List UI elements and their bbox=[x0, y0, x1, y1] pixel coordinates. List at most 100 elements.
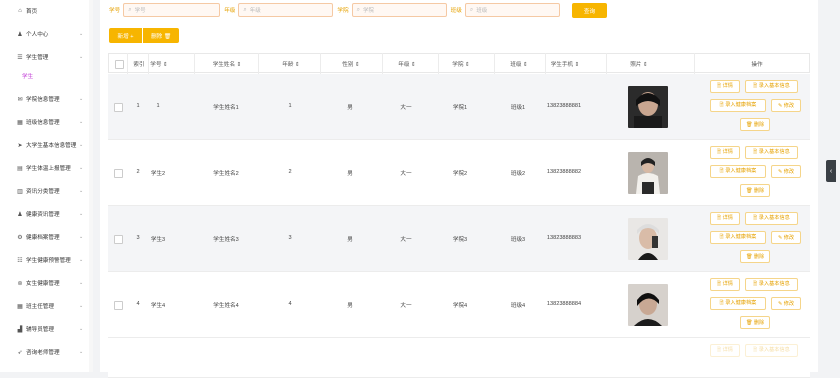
cell-age: 2 bbox=[288, 169, 292, 175]
table-row: 3 学生3 学生姓名3 3 男大一 学院3 班级3 13823888883 🗎 详情 🗎 录入基本… bbox=[108, 206, 810, 272]
sidebar-scrollbar[interactable] bbox=[89, 0, 93, 372]
action-health-button[interactable]: 🗎 录入健康档案 bbox=[710, 165, 766, 178]
column-header[interactable]: 学院 ⇕ bbox=[431, 60, 491, 68]
cell-sex: 男 bbox=[347, 237, 353, 243]
sidebar-item[interactable]: ⊚ 女生健康管理 ⌄ bbox=[0, 272, 90, 294]
action-health-button[interactable]: 🗎 录入健康档案 bbox=[710, 231, 766, 244]
column-header[interactable]: 学生姓名 ⇕ bbox=[197, 60, 257, 68]
sidebar-item[interactable]: ☷ 学生健康预警管理 ⌄ bbox=[0, 249, 90, 271]
search-placeholder: 学号 bbox=[134, 8, 146, 14]
sidebar-item[interactable]: ▥ 资讯分类管理 ⌄ bbox=[0, 180, 90, 202]
sidebar-item-label: 首页 bbox=[26, 9, 38, 15]
chevron-down-icon: ⌄ bbox=[79, 119, 84, 125]
action-delete-button[interactable]: 🗑 删除 bbox=[740, 316, 770, 329]
grid-icon: ▦ bbox=[17, 119, 23, 126]
action-detail-button[interactable]: 🗎 详情 bbox=[710, 80, 740, 93]
home-icon: ⌂ bbox=[18, 8, 22, 14]
table-row: 4 学生4 学生姓名4 4 男大一 学院4 班级4 13823888884 🗎 详情 🗎 录入基本… bbox=[108, 272, 810, 338]
cell-phone: 13823888881 bbox=[546, 103, 582, 109]
cell-college: 学院4 bbox=[452, 303, 468, 309]
add-button[interactable]: 新增 + bbox=[109, 28, 142, 43]
collapse-panel-button[interactable]: ‹ bbox=[826, 160, 836, 182]
chevron-down-icon: ⌄ bbox=[79, 211, 84, 217]
sidebar-item[interactable]: ⌂ 首页 bbox=[0, 0, 90, 22]
cell-phone: 13823888884 bbox=[546, 301, 582, 307]
sidebar-item[interactable]: ☰ 学生管理 ⌄ bbox=[0, 46, 90, 68]
sidebar-item[interactable]: ⚙ 健康档案管理 ⌄ bbox=[0, 226, 90, 248]
action-health-button[interactable]: 🗎 录入健康档案 bbox=[710, 297, 766, 310]
sidebar-item[interactable]: ▤ 学生体温上报管理 ⌄ bbox=[0, 157, 90, 179]
column-header[interactable]: 学号 ⇕ bbox=[129, 60, 189, 68]
sidebar-item[interactable]: ♟ 健康资讯管理 ⌄ bbox=[0, 203, 90, 225]
search-button-label: 查询 bbox=[583, 8, 596, 15]
action-basic-button[interactable]: 🗎 录入基本信息 bbox=[745, 80, 798, 93]
search-placeholder: 学院 bbox=[362, 8, 374, 14]
user-icon: ♟ bbox=[17, 31, 23, 38]
sidebar-item[interactable]: ➶ 咨询老师管理 ⌄ bbox=[0, 341, 90, 363]
action-basic-button[interactable]: 🗎 录入基本信息 bbox=[745, 278, 798, 291]
column-header[interactable]: 性别 ⇕ bbox=[321, 60, 381, 68]
column-header[interactable]: 年级 ⇕ bbox=[377, 60, 437, 68]
column-header[interactable]: 年龄 ⇕ bbox=[261, 60, 321, 68]
action-basic-button[interactable]: 🗎 录入基本信息 bbox=[745, 212, 798, 225]
sidebar-item-label: 班级信息管理 bbox=[26, 120, 60, 126]
cell-college: 学院1 bbox=[452, 105, 468, 111]
send2-icon: ➶ bbox=[17, 349, 23, 356]
cell-xuehao: 学生4 bbox=[150, 303, 166, 309]
search-button[interactable]: 查询 bbox=[572, 3, 607, 18]
action-basic-button[interactable]: 🗎 录入基本信息 bbox=[745, 344, 798, 357]
action-edit-button[interactable]: ✎ 修改 bbox=[771, 99, 801, 112]
sidebar-item[interactable]: ➤ 大学生基本信息管理 ⌄ bbox=[0, 134, 90, 156]
cell-name: 学生姓名3 bbox=[213, 237, 239, 243]
sidebar-item[interactable]: ▦ 班级信息管理 ⌄ bbox=[0, 111, 90, 133]
action-delete-button[interactable]: 🗑 删除 bbox=[740, 250, 770, 263]
bars-icon: ▟ bbox=[17, 326, 23, 333]
cell-college: 学院2 bbox=[452, 171, 468, 177]
chevron-down-icon: ⌄ bbox=[79, 234, 84, 240]
action-edit-button[interactable]: ✎ 修改 bbox=[771, 231, 801, 244]
add-button-label: 新增 + bbox=[117, 33, 134, 40]
sidebar-item[interactable]: ▦ 班主任管理 ⌄ bbox=[0, 295, 90, 317]
column-header[interactable]: 照片 ⇕ bbox=[609, 60, 669, 68]
action-detail-button[interactable]: 🗎 详情 bbox=[710, 344, 740, 357]
sidebar-item-label: 辅导员管理 bbox=[26, 327, 54, 333]
action-edit-button[interactable]: ✎ 修改 bbox=[771, 165, 801, 178]
cell-name: 学生姓名2 bbox=[213, 171, 239, 177]
search-input[interactable]: ⌕ 学院 bbox=[351, 3, 447, 17]
action-detail-button[interactable]: 🗎 详情 bbox=[710, 146, 740, 159]
cell-grade: 大一 bbox=[400, 171, 412, 177]
action-detail-button[interactable]: 🗎 详情 bbox=[710, 212, 740, 225]
search-input[interactable]: ⌕ 年级 bbox=[238, 3, 334, 17]
chevron-down-icon: ⌄ bbox=[79, 142, 84, 148]
action-basic-button[interactable]: 🗎 录入基本信息 bbox=[745, 146, 798, 159]
cell-name: 学生姓名1 bbox=[213, 105, 239, 111]
search-label: 班级 bbox=[450, 8, 462, 14]
student-photo bbox=[628, 218, 668, 260]
action-health-button[interactable]: 🗎 录入健康档案 bbox=[710, 99, 766, 112]
sidebar-item[interactable]: ♟ 个人中心 ⌄ bbox=[0, 23, 90, 45]
action-delete-button[interactable]: 🗑 删除 bbox=[740, 184, 770, 197]
action-delete-button[interactable]: 🗑 删除 bbox=[740, 118, 770, 131]
column-header[interactable]: 操作 bbox=[727, 60, 787, 68]
table-row: 2 学生2 学生姓名2 2 男大一 学院2 班级2 13823888882 🗎 详情 🗎 录入基本… bbox=[108, 140, 810, 206]
sidebar-item-label: 个人中心 bbox=[26, 32, 49, 38]
menu-icon: ☰ bbox=[17, 54, 23, 61]
search-placeholder: 年级 bbox=[249, 8, 261, 14]
cell-grade: 大一 bbox=[400, 237, 412, 243]
sidebar-item[interactable]: ✉ 学院信息管理 ⌄ bbox=[0, 88, 90, 110]
cell-xuehao: 1 bbox=[156, 103, 160, 109]
batch-delete-label: 删除 🗑 bbox=[151, 33, 171, 40]
action-edit-button[interactable]: ✎ 修改 bbox=[771, 297, 801, 310]
shield-icon: ☷ bbox=[17, 257, 23, 264]
sidebar-item-label: 学生健康预警管理 bbox=[26, 258, 71, 264]
search-input[interactable]: ⌕ 学号 bbox=[123, 3, 221, 17]
sidebar-subitem-student[interactable]: 学生 bbox=[22, 72, 33, 80]
batch-delete-button[interactable]: 删除 🗑 bbox=[143, 28, 179, 43]
action-detail-button[interactable]: 🗎 详情 bbox=[710, 278, 740, 291]
column-header[interactable]: 学生手机 ⇕ bbox=[535, 60, 595, 68]
sidebar-item-label: 资讯分类管理 bbox=[26, 189, 60, 195]
sidebar-item[interactable]: ▟ 辅导员管理 ⌄ bbox=[0, 318, 90, 340]
search-label: 年级 bbox=[224, 8, 236, 14]
search-input[interactable]: ⌕ 班级 bbox=[464, 3, 560, 17]
sidebar-item-label: 学生体温上报管理 bbox=[26, 166, 71, 172]
